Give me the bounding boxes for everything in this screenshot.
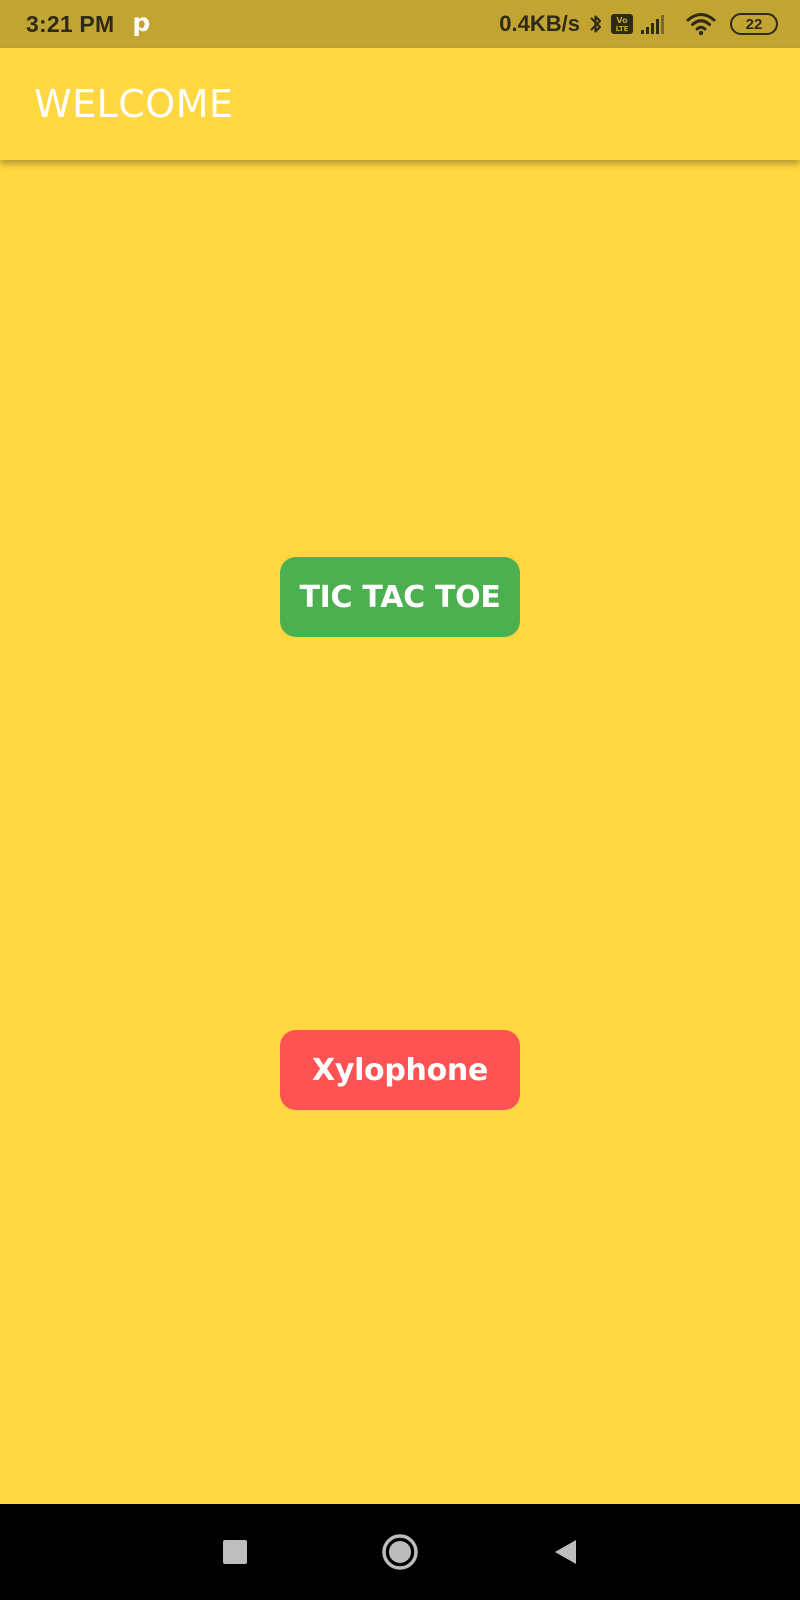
status-bar-right: 0.4KB/s Vo LTE 22 (499, 11, 778, 37)
signal-icon (640, 13, 670, 35)
wifi-icon (686, 12, 716, 36)
status-time: 3:21 PM (26, 10, 115, 37)
network-speed: 0.4KB/s (499, 11, 580, 36)
back-triangle-icon[interactable] (535, 1522, 595, 1582)
battery-icon: 22 (730, 13, 778, 35)
navigation-bar (0, 1504, 800, 1600)
svg-text:Vo: Vo (616, 16, 628, 25)
recents-square-icon[interactable] (205, 1522, 265, 1582)
battery-level: 22 (745, 15, 763, 33)
page-title: WELCOME (34, 82, 234, 126)
tic-tac-toe-button[interactable]: TIC TAC TOE (280, 557, 520, 637)
tic-tac-toe-button-label: TIC TAC TOE (299, 579, 501, 615)
status-bar-left: 3:21 PM p (26, 7, 151, 38)
bluetooth-icon (588, 12, 604, 36)
app-bar: WELCOME (0, 48, 800, 160)
xylophone-button-label: Xylophone (311, 1052, 489, 1088)
xylophone-button[interactable]: Xylophone (280, 1030, 520, 1110)
svg-text:LTE: LTE (616, 25, 629, 33)
volte-icon: Vo LTE (610, 13, 634, 35)
status-bar: 3:21 PM p 0.4KB/s Vo LTE 22 (0, 0, 800, 48)
home-circle-icon[interactable] (370, 1522, 430, 1582)
notification-p-icon: p (132, 7, 151, 37)
